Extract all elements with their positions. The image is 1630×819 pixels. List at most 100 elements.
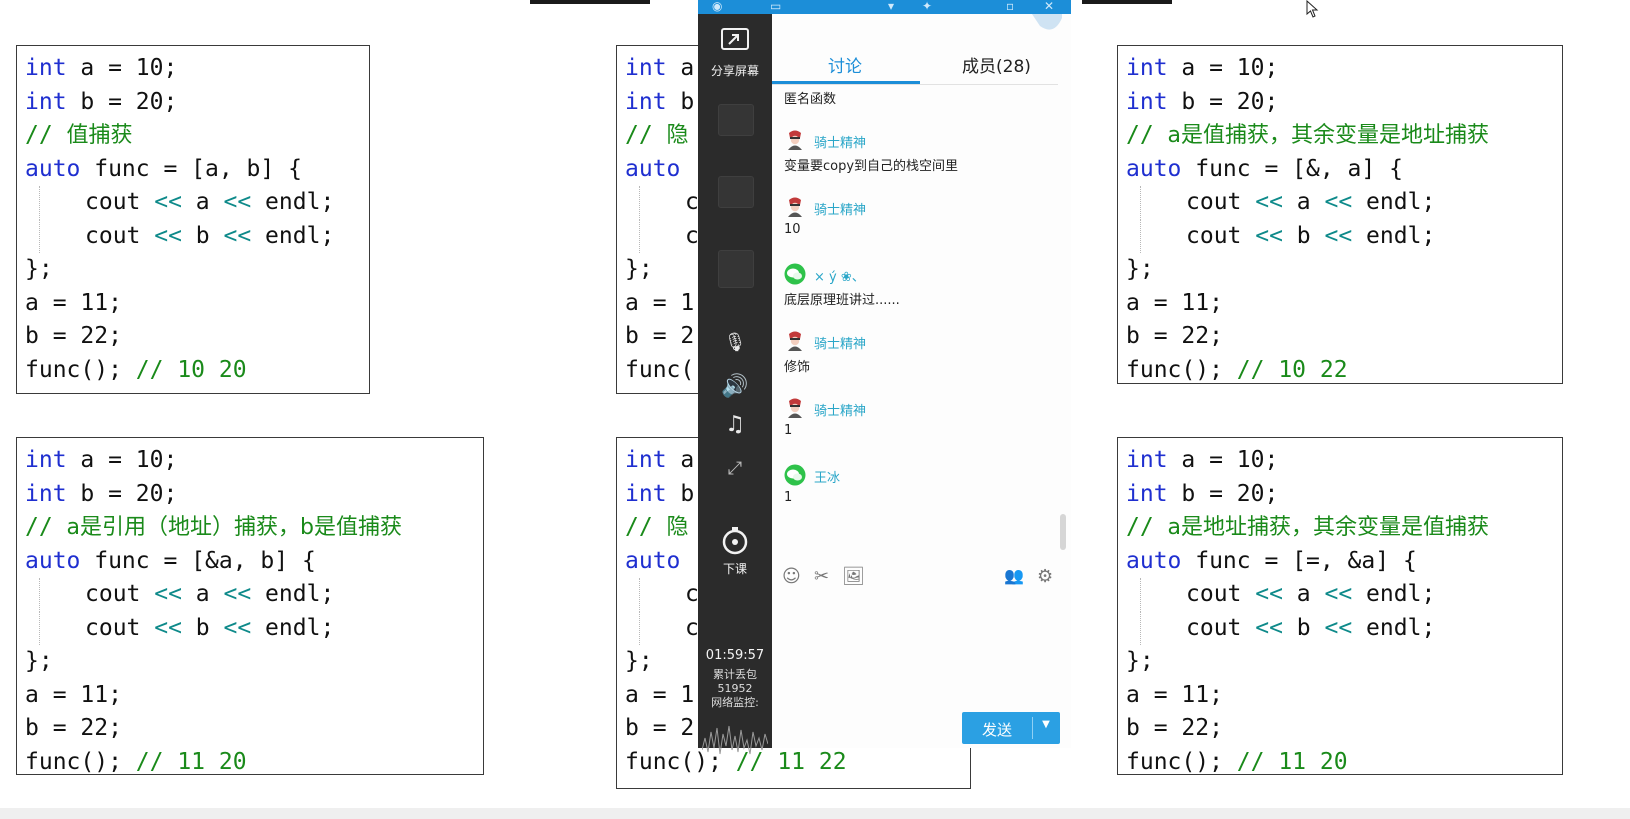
code-keyword: int — [625, 88, 667, 115]
code-text: a = 11; — [1126, 681, 1223, 708]
code-text: a = 1 — [625, 289, 695, 316]
code-text: cout — [85, 581, 155, 607]
code-text: a = 10; — [1167, 55, 1279, 81]
code-line: }; — [25, 253, 369, 287]
code-keyword: int — [625, 447, 667, 473]
code-comment: // — [625, 514, 667, 540]
chat-client-window: ◉ ▭ ▾ ✦ ▫ ✕ 分享屏幕 🎙 🔊 ♫ ⤢ 下课 01:59:57 累计丢… — [698, 0, 1071, 755]
code-comment: // — [25, 122, 67, 148]
code-line: cout << a << endl; — [25, 186, 369, 220]
code-keyword: int — [25, 88, 67, 115]
code-text: cout — [1186, 581, 1256, 607]
network-waveform — [702, 725, 768, 755]
code-text: a — [666, 55, 695, 81]
bookmark-icon[interactable]: ✦ — [922, 0, 932, 12]
send-button[interactable]: 发送 ▼ — [962, 712, 1060, 744]
code-text: func = [&, a] { — [1181, 155, 1403, 182]
pin-icon[interactable]: ▾ — [888, 0, 894, 12]
send-options-caret-icon[interactable]: ▼ — [1032, 719, 1060, 730]
code-text: endl; — [1352, 222, 1436, 249]
message-text: 修饰 — [784, 360, 811, 375]
code-text: b = 20; — [1167, 88, 1279, 115]
page-bottom-strip — [0, 808, 1630, 819]
code-text: b — [1282, 614, 1325, 641]
code-line: int a = 10; — [25, 444, 483, 478]
speaker-icon[interactable]: 🔊 — [698, 374, 772, 399]
code-line: a = 11; — [1126, 679, 1562, 713]
code-line: int b = 20; — [25, 86, 369, 120]
camera-icon[interactable]: ◉ — [712, 0, 722, 12]
tab-discussion[interactable]: 讨论 — [828, 52, 862, 77]
message-text: 10 — [784, 222, 801, 237]
message-text: 匿名函数 — [784, 92, 837, 107]
code-text: b — [181, 222, 224, 249]
music-icon[interactable]: ♫ — [698, 412, 772, 437]
sender-name[interactable]: 骑士精神 — [814, 333, 866, 352]
code-line: auto func = [=, &a] { — [1126, 545, 1562, 579]
sender-name[interactable]: × ý ❀、 — [814, 266, 865, 285]
code-text: }; — [1126, 648, 1154, 674]
wechat-avatar-icon — [784, 464, 806, 486]
code-operator: << — [154, 222, 182, 249]
monitor-icon[interactable]: ▭ — [770, 0, 781, 12]
room-badge-icon — [1032, 14, 1062, 30]
code-comment: a是引用（地址）捕获，b是值捕获 — [66, 515, 402, 540]
code-line: b = 22; — [25, 712, 483, 746]
scissors-icon[interactable]: ✂ — [814, 566, 829, 587]
knight-avatar-icon — [788, 331, 802, 351]
code-operator: << — [1255, 222, 1283, 249]
code-text: endl; — [251, 189, 335, 215]
code-text: endl; — [1352, 614, 1436, 641]
image-icon[interactable]: 🖼 — [842, 566, 865, 587]
code-text: }; — [1126, 256, 1154, 282]
close-icon[interactable]: ✕ — [1044, 0, 1054, 12]
code-line: }; — [1126, 253, 1562, 287]
code-comment: // — [1126, 514, 1168, 540]
code-text: endl; — [1352, 581, 1436, 607]
code-text: cout — [1186, 614, 1256, 641]
code-text: func = [&a, b] { — [80, 547, 316, 574]
sender-name[interactable]: 骑士精神 — [814, 400, 866, 419]
code-line: func(); // 11 20 — [1126, 746, 1562, 775]
code-text: endl; — [251, 581, 335, 607]
settings-icon[interactable]: ⚙ — [1037, 566, 1053, 587]
code-line: cout << b << endl; — [25, 611, 483, 646]
sender-name[interactable]: 骑士精神 — [814, 132, 866, 151]
code-text: a — [1282, 189, 1325, 215]
sender-name[interactable]: 王冰 — [814, 467, 840, 486]
message-text: 变量要copy到自己的栈空间里 — [784, 159, 959, 174]
sender-name[interactable]: 骑士精神 — [814, 199, 866, 218]
knight-avatar-icon — [788, 130, 802, 150]
code-line: // 值捕获 — [25, 119, 369, 153]
fullscreen-icon[interactable]: ⤢ — [698, 458, 772, 479]
code-panel-mixed-capture-by-value-default: int a = 10; int b = 20;// a是地址捕获，其余变量是值捕获… — [1117, 437, 1563, 775]
tab-members[interactable]: 成员(28) — [962, 52, 1031, 77]
code-text: func(); — [25, 356, 136, 383]
wechat-avatar-icon — [784, 263, 806, 285]
message-input[interactable] — [772, 598, 1062, 703]
media-icon-disabled — [718, 176, 754, 208]
share-screen-button[interactable]: 分享屏幕 — [698, 62, 772, 79]
minimize-icon[interactable]: ▫ — [1006, 0, 1014, 12]
message-scrollbar[interactable] — [1060, 514, 1066, 550]
end-class-icon[interactable] — [698, 526, 772, 562]
code-text: a = 11; — [25, 289, 122, 316]
code-operator: << — [1255, 581, 1283, 607]
code-line: a = 11; — [1126, 287, 1562, 321]
microphone-icon[interactable]: 🎙 — [698, 332, 772, 353]
code-text: a — [181, 189, 224, 215]
code-text: c — [685, 189, 699, 215]
end-class-button[interactable]: 下课 — [698, 560, 772, 577]
code-operator: << — [1324, 222, 1353, 249]
share-screen-icon[interactable] — [698, 26, 772, 60]
code-keyword: auto — [625, 547, 681, 574]
code-panel-mixed-capture-by-ref-default: int a = 10; int b = 20;// a是值捕获，其余变量是地址捕获… — [1117, 45, 1563, 384]
code-operator: << — [1255, 614, 1283, 641]
emoji-icon[interactable]: ☺ — [782, 566, 801, 587]
code-panel-ref-a-value-b: int a = 10; int b = 20;// a是引用（地址）捕获，b是值捕… — [16, 437, 484, 775]
chat-titlebar[interactable]: ◉ ▭ ▾ ✦ ▫ ✕ — [698, 0, 1071, 14]
code-text: func( — [625, 356, 695, 383]
code-line: auto func = [&a, b] { — [25, 545, 483, 579]
network-monitor-label: 网络监控: — [711, 696, 759, 709]
user-lock-icon[interactable]: 👥 — [1004, 566, 1024, 585]
